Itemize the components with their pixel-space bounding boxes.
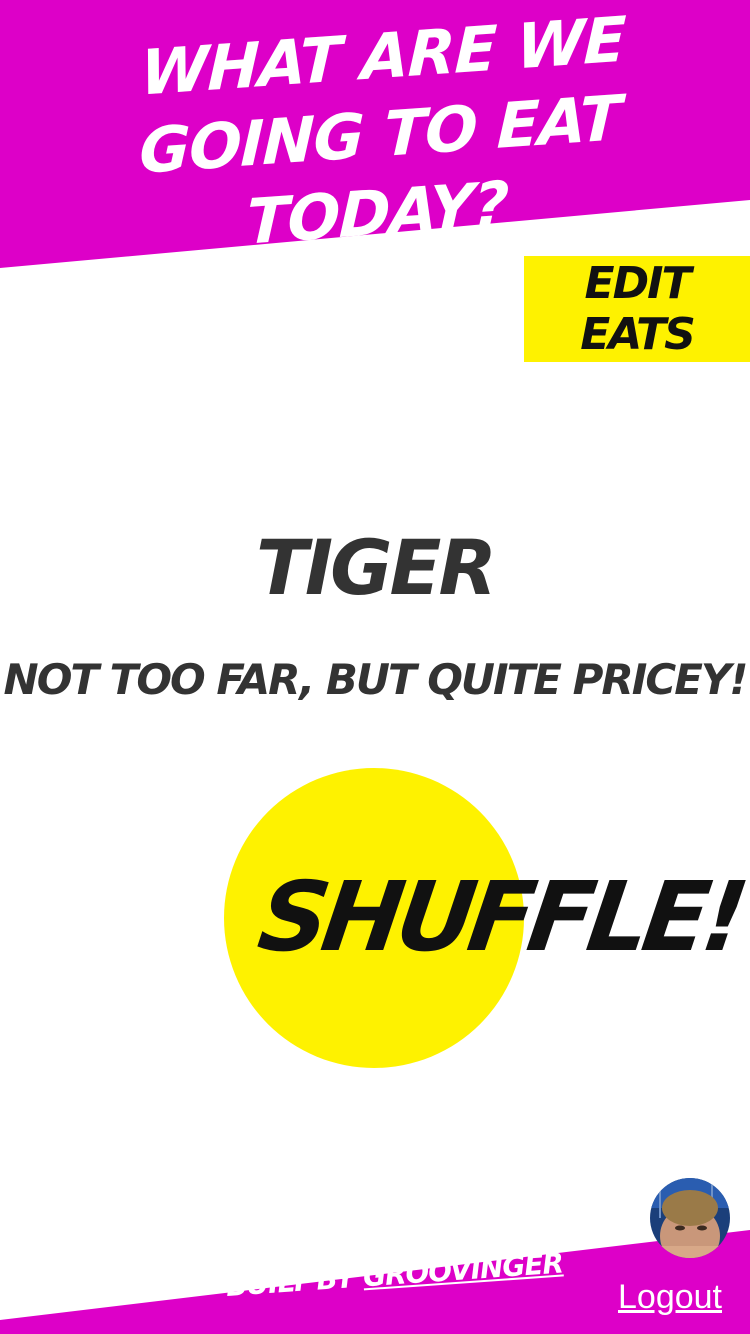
edit-eats-button[interactable]: Edit Eats [524, 256, 750, 362]
avatar-photo [650, 1178, 730, 1258]
app-page: What are we going to eat today? Edit Eat… [0, 0, 750, 1334]
logout-link[interactable]: Logout [618, 1278, 722, 1317]
user-avatar-icon[interactable] [650, 1178, 730, 1258]
result-description: Not too far, but quite pricey! [3, 655, 749, 704]
result-restaurant-name: Tiger [256, 523, 497, 612]
page-title: What are we going to eat today? [138, 2, 627, 259]
shuffle-button[interactable]: Shuffle! [251, 852, 749, 982]
